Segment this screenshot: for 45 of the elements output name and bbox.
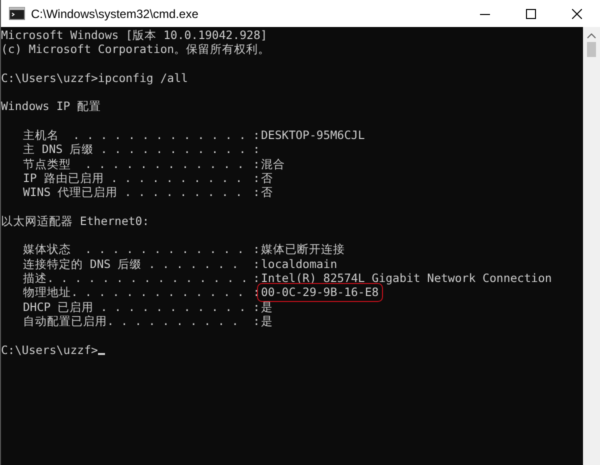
entry-label: 物理地址. . . . . . . . . . . . . xyxy=(23,285,244,300)
entry-value: 否 xyxy=(261,185,273,200)
entry-value: 否 xyxy=(261,170,273,186)
entry-label: IP 路由已启用 . . . . . . . . . . xyxy=(23,170,242,185)
separator: : xyxy=(253,156,260,171)
separator: : xyxy=(253,256,260,271)
console-line: (c) Microsoft Corporation。保留所有权利。 xyxy=(1,42,270,57)
close-icon xyxy=(572,8,582,18)
entry-value: 是 xyxy=(261,300,273,314)
entry-value: DESKTOP-95M6CJL xyxy=(261,128,365,142)
entry-value: 混合 xyxy=(261,156,285,171)
separator: : xyxy=(253,128,260,142)
separator: : xyxy=(253,271,260,286)
scroll-up-icon[interactable] xyxy=(587,33,596,39)
entry-label: 主机名 . . . . . . . . . . . . . xyxy=(23,128,246,142)
console-line: Microsoft Windows [版本 10.0.19042.928] xyxy=(1,28,268,42)
entry-label: WINS 代理已启用 . . . . . . . . . xyxy=(23,185,242,200)
entry-value: 媒体已断开连接 xyxy=(261,242,345,257)
window-title: C:\Windows\system32\cmd.exe xyxy=(31,6,200,20)
entry-label: 节点类型 . . . . . . . . . . . . xyxy=(23,156,244,171)
separator: : xyxy=(253,242,260,256)
entry-value: 00-0C-29-9B-16-E8 xyxy=(259,285,381,300)
entry-label: 主 DNS 后缀 . . . . . . . . . . . xyxy=(23,142,246,156)
console-line: Windows IP 配置 xyxy=(1,99,102,114)
scroll-thumb[interactable] xyxy=(587,42,596,57)
entry-value: 是 xyxy=(261,314,273,328)
separator: : xyxy=(253,185,260,200)
console-icon xyxy=(9,7,25,20)
entry-label: 自动配置已启用. . . . . . . . . . xyxy=(23,314,239,328)
entry-value: localdomain xyxy=(261,256,338,272)
prompt: C:\Users\uzzf> xyxy=(1,342,98,357)
console-line: C:\Users\uzzf>ipconfig /all xyxy=(1,70,188,86)
entry-label: DHCP 已启用 . . . . . . . . . . . xyxy=(23,300,246,314)
separator: : xyxy=(253,285,260,300)
separator: : xyxy=(253,314,260,328)
separator: : xyxy=(253,170,260,185)
console-line: 以太网适配器 Ethernet0: xyxy=(1,214,150,228)
entry-value: Intel(R) 82574L Gigabit Network Connection xyxy=(261,271,552,286)
entry-label: 连接特定的 DNS 后缀 . . . . . . . xyxy=(23,256,239,271)
separator: : xyxy=(253,142,260,156)
scrollbar[interactable] xyxy=(583,27,600,465)
entry-label: 媒体状态 . . . . . . . . . . . . xyxy=(23,242,244,256)
separator: : xyxy=(253,300,260,314)
maximize-icon xyxy=(526,8,536,18)
entry-label: 描述. . . . . . . . . . . . . . . xyxy=(23,271,248,286)
